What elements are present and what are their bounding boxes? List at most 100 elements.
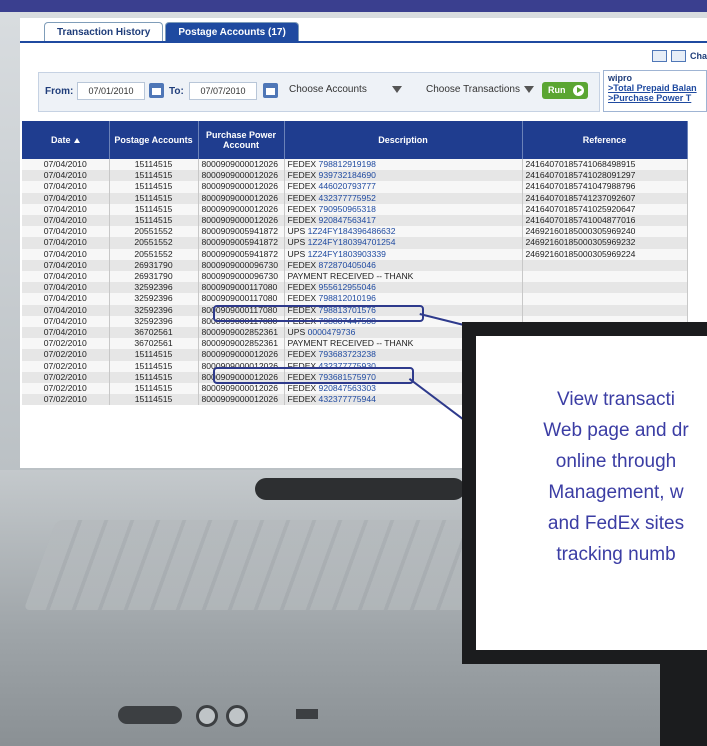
description-cell: FEDEX 872870405046 bbox=[284, 259, 523, 272]
tracking-number-link[interactable]: 1Z24FY184396486632 bbox=[308, 226, 396, 236]
reference-cell: 24692160185000305969224 bbox=[522, 248, 688, 260]
header-date[interactable]: Date bbox=[22, 121, 110, 159]
table-header-row: Date Postage Accounts Purchase Power Acc… bbox=[22, 121, 688, 159]
tab-bar: Transaction History Postage Accounts (17… bbox=[44, 22, 301, 42]
tracking-number-link[interactable]: 790950965318 bbox=[319, 204, 376, 214]
description-cell: FEDEX 798812919198 bbox=[284, 159, 523, 171]
choose-transactions-select[interactable]: Choose Transactions bbox=[426, 82, 520, 98]
postage-account-cell: 26931790 bbox=[109, 271, 199, 283]
reference-cell: 24692160185000305969240 bbox=[522, 226, 688, 238]
date-cell: 07/04/2010 bbox=[22, 203, 110, 216]
description-cell: FEDEX 432377775952 bbox=[284, 192, 523, 204]
callout-line-text: online through bbox=[555, 451, 677, 472]
postage-account-cell: 32592396 bbox=[109, 304, 199, 316]
purchase-power-cell: 8000909002852361 bbox=[198, 338, 285, 350]
tracking-number-link[interactable]: 1Z24FY1803903339 bbox=[308, 249, 386, 259]
header-postage-accounts[interactable]: Postage Accounts bbox=[109, 121, 199, 159]
carrier-name: FEDEX bbox=[287, 259, 317, 270]
table-view-icon[interactable] bbox=[651, 50, 667, 62]
to-calendar-icon[interactable] bbox=[263, 83, 278, 98]
postage-account-cell: 15114515 bbox=[109, 215, 199, 227]
total-prepaid-balance-link[interactable]: >Total Prepaid Balan bbox=[608, 83, 702, 93]
port-oval bbox=[118, 706, 182, 724]
purchase-power-cell: 8000909005941872 bbox=[198, 237, 285, 249]
to-date-input[interactable]: 07/07/2010 bbox=[189, 82, 257, 100]
tracking-number-link[interactable]: 793683723238 bbox=[319, 349, 376, 359]
table-row: 07/04/2010 26931790 8000909000096730 PAYMEN… bbox=[22, 271, 688, 283]
date-cell: 07/04/2010 bbox=[22, 192, 110, 204]
carrier-name: FEDEX bbox=[287, 181, 317, 192]
postage-account-cell: 15114515 bbox=[109, 383, 199, 395]
date-cell: 07/02/2010 bbox=[22, 394, 110, 406]
postage-account-cell: 32592396 bbox=[109, 315, 199, 328]
reference-cell: 24164070185741047988796 bbox=[522, 181, 688, 193]
purchase-power-cell: 8000909000012026 bbox=[198, 170, 285, 182]
from-calendar-icon[interactable] bbox=[149, 83, 164, 98]
tab-transaction-history[interactable]: Transaction History bbox=[44, 22, 164, 42]
carrier-name: FEDEX bbox=[287, 203, 317, 214]
header-purchase-power-account[interactable]: Purchase Power Account bbox=[198, 121, 285, 159]
date-cell: 07/04/2010 bbox=[22, 327, 110, 339]
date-cell: 07/04/2010 bbox=[22, 226, 110, 238]
carrier-name: FEDEX bbox=[287, 383, 317, 394]
transactions-chevron-down-icon[interactable] bbox=[524, 86, 534, 93]
sort-up-icon[interactable] bbox=[73, 138, 80, 144]
description-cell: FEDEX 790950965318 bbox=[284, 203, 523, 216]
tracking-number-link[interactable]: 798812010196 bbox=[319, 293, 376, 303]
header-description[interactable]: Description bbox=[284, 121, 523, 159]
date-cell: 07/04/2010 bbox=[22, 315, 110, 328]
carrier-name: FEDEX bbox=[287, 394, 317, 405]
callout-monitor: View transacti Web page and dr online thro… bbox=[462, 322, 707, 664]
postage-account-cell: 15114515 bbox=[109, 192, 199, 204]
tracking-number-link[interactable]: 0000479736 bbox=[308, 327, 356, 337]
description-cell: FEDEX 446020793777 bbox=[284, 181, 523, 193]
tracking-number-link[interactable]: 446020793777 bbox=[319, 181, 376, 191]
choose-accounts-select[interactable]: Choose Accounts bbox=[289, 82, 367, 98]
date-cell: 07/04/2010 bbox=[22, 271, 110, 283]
tracking-number-link[interactable]: 920847563417 bbox=[319, 215, 376, 225]
callout-line-text: Web page and dr bbox=[543, 420, 689, 441]
purchase-power-cell: 8000909002852361 bbox=[198, 327, 285, 339]
purchase-power-cell: 8000909000117080 bbox=[198, 282, 285, 294]
accounts-chevron-down-icon[interactable] bbox=[392, 86, 402, 93]
chart-label[interactable]: Cha bbox=[690, 51, 707, 61]
carrier-name: UPS bbox=[287, 237, 306, 248]
purchase-power-cell: 8000909000012026 bbox=[198, 394, 285, 406]
date-cell: 07/04/2010 bbox=[22, 159, 110, 171]
reference-cell: 24164070185741068498915 bbox=[522, 159, 688, 171]
from-date-input[interactable]: 07/01/2010 bbox=[77, 82, 145, 100]
purchase-power-cell: 8000909000012026 bbox=[198, 215, 285, 227]
purchase-power-cell: 8000909000012026 bbox=[198, 192, 285, 204]
header-reference[interactable]: Reference bbox=[522, 121, 688, 159]
tracking-number-link[interactable]: 872870405046 bbox=[319, 260, 376, 270]
highlight-ups-row bbox=[213, 305, 424, 322]
run-button[interactable]: Run bbox=[542, 82, 588, 99]
reference-cell: 24164070185741028091297 bbox=[522, 170, 688, 182]
tracking-number-link[interactable]: 432377775944 bbox=[319, 394, 376, 404]
tab-postage-accounts[interactable]: Postage Accounts (17) bbox=[165, 22, 299, 42]
tracking-number-link[interactable]: 955612955046 bbox=[319, 282, 376, 292]
date-cell: 07/04/2010 bbox=[22, 259, 110, 272]
description-cell: FEDEX 920847563417 bbox=[284, 215, 523, 227]
tracking-number-link[interactable]: 1Z24FY180394701254 bbox=[308, 237, 396, 247]
postage-account-cell: 15114515 bbox=[109, 181, 199, 193]
chart-view-icon[interactable] bbox=[670, 50, 686, 62]
tracking-number-link[interactable]: 432377775952 bbox=[319, 193, 376, 203]
carrier-name: UPS bbox=[287, 226, 306, 237]
date-cell: 07/02/2010 bbox=[22, 338, 110, 350]
from-label: From: bbox=[45, 86, 74, 97]
tracking-number-link[interactable]: 798812919198 bbox=[319, 159, 376, 169]
table-row: 07/04/2010 20551552 8000909005941872 UPS 1Z… bbox=[22, 248, 688, 260]
table-row: 07/04/2010 15114515 8000909000012026 FEDEX … bbox=[22, 215, 688, 227]
tracking-number-link[interactable]: 939732184690 bbox=[319, 170, 376, 180]
purchase-power-cell: 8000909005941872 bbox=[198, 226, 285, 238]
reference-cell bbox=[522, 271, 688, 283]
postage-account-cell: 20551552 bbox=[109, 237, 199, 249]
to-label: To: bbox=[169, 86, 184, 97]
reference-cell bbox=[522, 304, 688, 316]
toolbar: Cha bbox=[651, 50, 707, 62]
purchase-power-cell: 8000909000012026 bbox=[198, 181, 285, 193]
table-row: 07/04/2010 15114515 8000909000012026 FEDEX … bbox=[22, 192, 688, 204]
tracking-number-link[interactable]: 920847563303 bbox=[319, 383, 376, 393]
purchase-power-link[interactable]: >Purchase Power T bbox=[608, 93, 702, 103]
